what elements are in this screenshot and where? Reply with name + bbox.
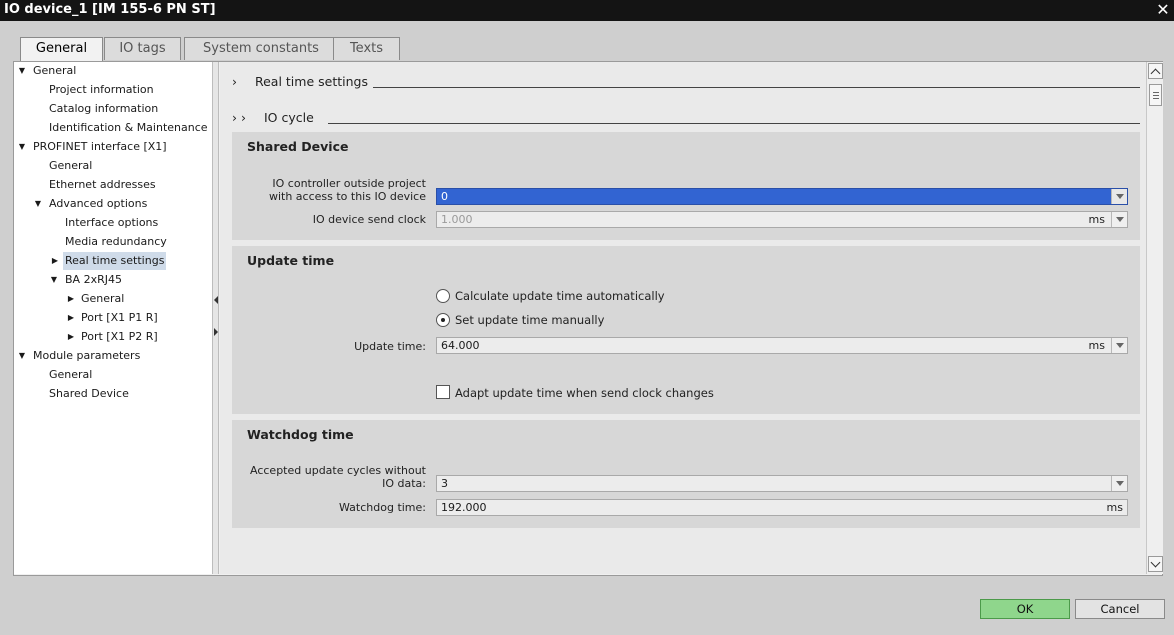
expand-arrow-icon[interactable]: ▼ <box>33 195 43 213</box>
tree-item-label: Advanced options <box>49 197 148 210</box>
tree-item-label: Media redundancy <box>65 235 167 248</box>
watchdog-time-panel: Watchdog time Accepted update cycles wit… <box>232 420 1140 528</box>
section-divider <box>328 123 1140 124</box>
field-value: 192.000 <box>441 501 487 514</box>
panel-title: Shared Device <box>247 139 349 154</box>
collapse-arrow-icon[interactable]: ▶ <box>66 290 76 308</box>
expand-right-icon[interactable] <box>214 328 218 336</box>
section-divider <box>373 87 1140 88</box>
chevron-down-icon[interactable] <box>1111 189 1127 204</box>
radio-label: Calculate update time automatically <box>455 289 665 303</box>
radio-label: Set update time manually <box>455 313 605 327</box>
label-line: Accepted update cycles without <box>250 464 426 477</box>
select-value: 0 <box>441 190 448 203</box>
unit-label: ms <box>1088 339 1105 352</box>
tab-system-constants[interactable]: System constants <box>184 37 338 60</box>
properties-content: › Real time settings › › IO cycle Shared… <box>220 62 1146 574</box>
section-arrow-icon: › › <box>232 110 246 125</box>
collapse-arrow-icon[interactable]: ▶ <box>50 252 60 270</box>
label-line: IO data: <box>382 477 426 490</box>
tree-item-label: Module parameters <box>33 349 141 362</box>
expand-arrow-icon[interactable]: ▼ <box>17 138 27 156</box>
tree-item-label: General <box>33 64 77 77</box>
chevron-up-icon <box>1150 68 1161 79</box>
accepted-cycles-label: Accepted update cycles without IO data: <box>232 464 426 490</box>
label-line: IO controller outside project <box>272 177 426 190</box>
window-titlebar: IO device_1 [IM 155-6 PN ST] ✕ <box>0 0 1174 21</box>
tree-item-label: Catalog information <box>49 102 159 115</box>
unit-label: ms <box>1106 501 1123 514</box>
tree-item-label: Interface options <box>65 216 159 229</box>
window-title: IO device_1 [IM 155-6 PN ST] <box>4 2 216 17</box>
scroll-up-button[interactable] <box>1148 63 1163 79</box>
tree-item-label: Port [X1 P1 R] <box>81 311 158 324</box>
tree-item-label: PROFINET interface [X1] <box>33 140 167 153</box>
tree-item-label: General <box>81 292 125 305</box>
expand-arrow-icon[interactable]: ▼ <box>49 271 59 289</box>
section-io-cycle[interactable]: › › IO cycle <box>232 110 314 125</box>
shared-device-panel: Shared Device IO controller outside proj… <box>232 132 1140 240</box>
pane-splitter[interactable] <box>212 62 219 574</box>
panel-title: Update time <box>247 253 335 268</box>
ok-button[interactable]: OK <box>980 599 1070 619</box>
chevron-down-icon[interactable] <box>1111 476 1127 491</box>
accepted-cycles-select[interactable]: 3 <box>436 475 1128 492</box>
panel-title: Watchdog time <box>247 427 354 442</box>
update-time-field[interactable]: 64.000 ms <box>436 337 1128 354</box>
chevron-down-icon <box>1150 557 1161 568</box>
section-title: IO cycle <box>263 110 314 125</box>
tree-item-label: BA 2xRJ45 <box>65 273 122 286</box>
select-value: 3 <box>441 477 448 490</box>
expand-arrow-icon[interactable]: ▼ <box>17 347 27 365</box>
close-icon[interactable]: ✕ <box>1154 1 1172 19</box>
radio-calculate-automatically[interactable] <box>436 289 450 303</box>
vertical-scrollbar[interactable] <box>1146 62 1163 574</box>
update-time-panel: Update time Calculate update time automa… <box>232 246 1140 414</box>
tree-item-label: Identification & Maintenance <box>49 121 208 134</box>
watchdog-time-label: Watchdog time: <box>339 501 426 514</box>
tree-item-label: Real time settings <box>63 252 167 270</box>
expand-arrow-icon[interactable]: ▼ <box>17 62 27 80</box>
field-value: 1.000 <box>441 213 473 226</box>
cancel-button[interactable]: Cancel <box>1075 599 1165 619</box>
scroll-thumb[interactable] <box>1149 84 1162 106</box>
tab-general[interactable]: General <box>20 37 103 62</box>
tree-item-label: General <box>49 159 93 172</box>
label-line: with access to this IO device <box>268 190 426 203</box>
tab-io-tags[interactable]: IO tags <box>104 37 181 60</box>
section-arrow-icon: › <box>232 74 237 89</box>
section-title: Real time settings <box>254 74 368 89</box>
section-real-time-settings[interactable]: › Real time settings <box>232 74 368 89</box>
chevron-down-icon[interactable] <box>1111 338 1127 353</box>
tree-item-label: Shared Device <box>49 387 129 400</box>
watchdog-time-field: 192.000 ms <box>436 499 1128 516</box>
collapse-left-icon[interactable] <box>214 296 218 304</box>
tree-item-label: Ethernet addresses <box>49 178 156 191</box>
tree-item-label: General <box>49 368 93 381</box>
checkbox-label: Adapt update time when send clock change… <box>455 386 714 400</box>
update-time-label: Update time: <box>354 340 426 353</box>
adapt-update-time-checkbox[interactable] <box>436 385 450 399</box>
io-controller-select[interactable]: 0 <box>436 188 1128 205</box>
io-controller-label: IO controller outside project with acces… <box>232 177 426 203</box>
scroll-down-button[interactable] <box>1148 556 1163 572</box>
chevron-down-icon <box>1111 212 1127 227</box>
collapse-arrow-icon[interactable]: ▶ <box>66 309 76 327</box>
tree-item-label: Port [X1 P2 R] <box>81 330 158 343</box>
unit-label: ms <box>1088 213 1105 226</box>
send-clock-label: IO device send clock <box>312 213 426 226</box>
tree-item-label: Project information <box>49 83 154 96</box>
send-clock-field: 1.000 ms <box>436 211 1128 228</box>
navigation-tree: ▼ General Project information Catalog inf… <box>14 62 212 574</box>
collapse-arrow-icon[interactable]: ▶ <box>66 328 76 346</box>
tab-texts[interactable]: Texts <box>333 37 400 60</box>
radio-set-manually[interactable] <box>436 313 450 327</box>
field-value: 64.000 <box>441 339 480 352</box>
